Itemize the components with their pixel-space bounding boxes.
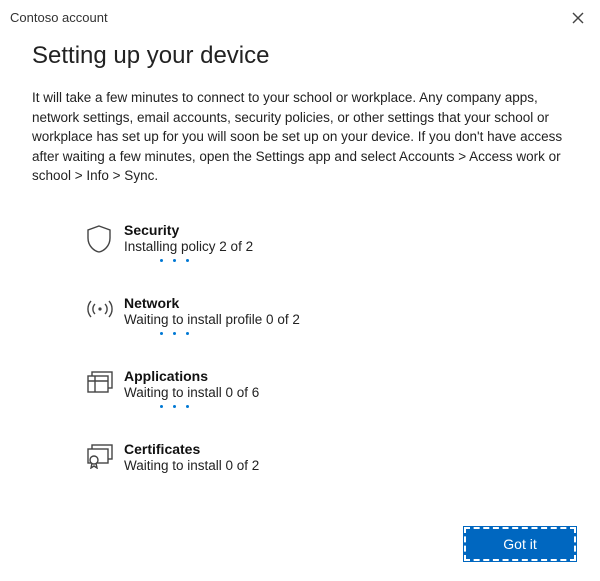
- setup-item-title: Applications: [124, 368, 568, 384]
- close-icon: [572, 12, 584, 24]
- setup-item-certificates: Certificates Waiting to install 0 of 2: [86, 441, 568, 473]
- progress-indicator: [124, 332, 568, 338]
- setup-item-title: Security: [124, 222, 568, 238]
- titlebar: Contoso account: [0, 0, 600, 34]
- setup-item-status: Installing policy 2 of 2: [124, 239, 568, 254]
- setup-item-security: Security Installing policy 2 of 2: [86, 222, 568, 265]
- setup-item-status: Waiting to install 0 of 2: [124, 458, 568, 473]
- setup-item-title: Network: [124, 295, 568, 311]
- window-title: Contoso account: [10, 10, 108, 25]
- setup-item-applications: Applications Waiting to install 0 of 6: [86, 368, 568, 411]
- shield-icon: [86, 222, 124, 254]
- setup-item-status: Waiting to install 0 of 6: [124, 385, 568, 400]
- close-button[interactable]: [566, 6, 590, 30]
- setup-item-title: Certificates: [124, 441, 568, 457]
- applications-icon: [86, 368, 124, 396]
- network-icon: [86, 295, 124, 321]
- got-it-button[interactable]: Got it: [464, 527, 576, 561]
- certificates-icon: [86, 441, 124, 469]
- dialog-footer: Got it: [464, 527, 576, 561]
- dialog-window: Contoso account Setting up your device I…: [0, 0, 600, 581]
- page-title: Setting up your device: [32, 42, 568, 70]
- page-description: It will take a few minutes to connect to…: [32, 88, 568, 186]
- progress-indicator: [124, 405, 568, 411]
- setup-item-list: Security Installing policy 2 of 2 Networ…: [32, 222, 568, 473]
- content-area: Setting up your device It will take a fe…: [0, 34, 600, 473]
- progress-indicator: [124, 259, 568, 265]
- setup-item-status: Waiting to install profile 0 of 2: [124, 312, 568, 327]
- setup-item-network: Network Waiting to install profile 0 of …: [86, 295, 568, 338]
